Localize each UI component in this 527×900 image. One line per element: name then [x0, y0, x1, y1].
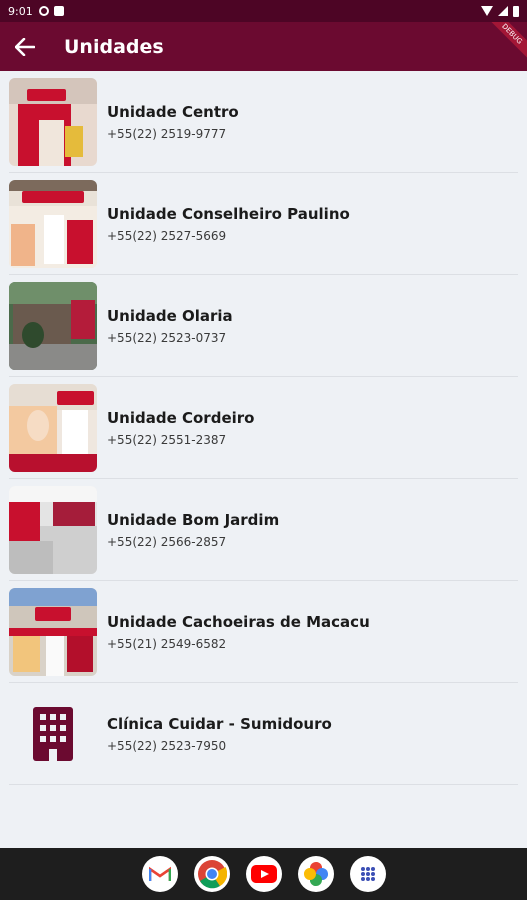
clinic-phone: +55(22) 2523-7950	[107, 739, 227, 753]
status-time: 9:01	[8, 4, 33, 18]
unit-phone: +55(22) 2523-0737	[107, 331, 227, 345]
app-bar: Unidades DEBUG	[0, 22, 527, 71]
unit-photo	[9, 78, 97, 166]
unit-photo	[9, 486, 97, 574]
unit-phone: +55(21) 2549-6582	[107, 637, 227, 651]
back-button[interactable]	[14, 36, 36, 58]
clinic-name: Clínica Cuidar - Sumidouro	[107, 715, 332, 733]
gmail-icon[interactable]	[141, 856, 178, 892]
youtube-icon[interactable]	[245, 856, 282, 892]
units-list: Unidade Centro +55(22) 2519-9777 Unidade…	[0, 71, 527, 785]
unit-photo	[9, 588, 97, 676]
unit-name: Unidade Cordeiro	[107, 409, 255, 427]
unit-photo	[9, 384, 97, 472]
arrow-back-icon	[15, 37, 35, 56]
chrome-icon[interactable]	[193, 856, 230, 892]
unit-phone: +55(22) 2566-2857	[107, 535, 227, 549]
list-item[interactable]: Unidade Centro +55(22) 2519-9777	[0, 71, 527, 173]
unit-phone: +55(22) 2527-5669	[107, 229, 227, 243]
debug-banner: DEBUG	[483, 22, 527, 63]
unit-phone: +55(22) 2551-2387	[107, 433, 227, 447]
list-item[interactable]: Unidade Conselheiro Paulino +55(22) 2527…	[0, 173, 527, 275]
unit-phone: +55(22) 2519-9777	[107, 127, 227, 141]
unit-photo	[9, 180, 97, 268]
app-drawer-icon[interactable]	[349, 856, 386, 892]
list-item[interactable]: Clínica Cuidar - Sumidouro +55(22) 2523-…	[0, 683, 527, 785]
unit-name: Unidade Cachoeiras de Macacu	[107, 613, 370, 631]
unit-name: Unidade Bom Jardim	[107, 511, 280, 529]
unit-photo	[9, 282, 97, 370]
list-item[interactable]: Unidade Cordeiro +55(22) 2551-2387	[0, 377, 527, 479]
unit-name: Unidade Centro	[107, 103, 239, 121]
building-icon	[9, 690, 97, 778]
sd-card-icon	[53, 6, 64, 16]
list-item[interactable]: Unidade Cachoeiras de Macacu +55(21) 254…	[0, 581, 527, 683]
battery-icon	[513, 5, 519, 17]
signal-icon	[498, 6, 508, 16]
photos-icon[interactable]	[297, 856, 334, 892]
unit-name: Unidade Olaria	[107, 307, 233, 325]
status-bar: 9:01	[0, 0, 527, 22]
list-item[interactable]: Unidade Bom Jardim +55(22) 2566-2857	[0, 479, 527, 581]
notification-icon	[38, 6, 49, 16]
unit-name: Unidade Conselheiro Paulino	[107, 205, 350, 223]
page-title: Unidades	[64, 35, 164, 58]
wifi-icon	[481, 6, 493, 16]
list-item[interactable]: Unidade Olaria +55(22) 2523-0737	[0, 275, 527, 377]
system-nav-bar	[0, 848, 527, 900]
